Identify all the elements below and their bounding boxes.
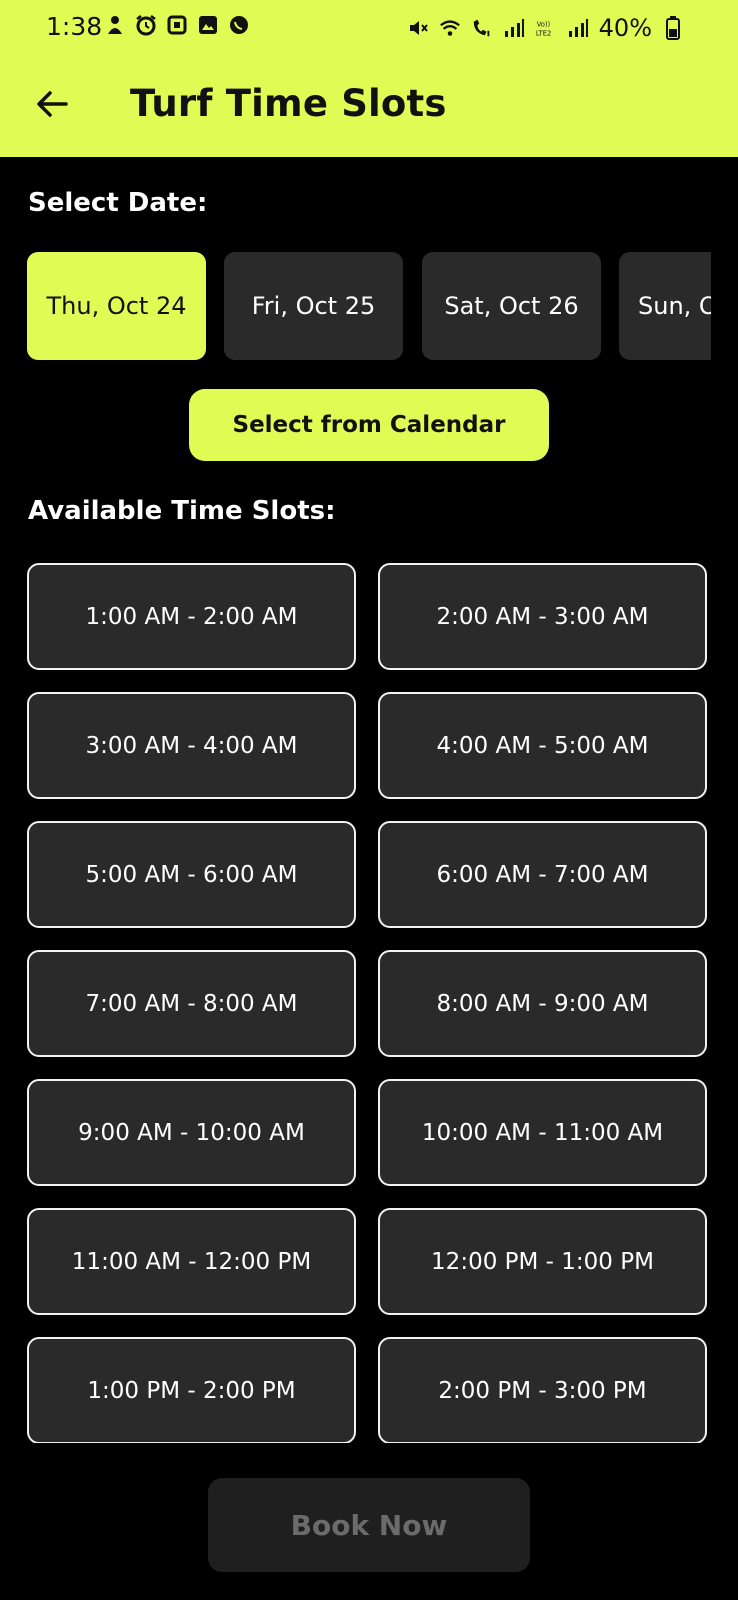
wifi-icon <box>439 17 461 39</box>
select-date-label: Select Date: <box>28 188 208 218</box>
gallery-icon <box>197 14 219 36</box>
time-slot[interactable]: 2:00 PM - 3:00 PM <box>378 1337 707 1443</box>
status-bar: 1:38 Vo)) LTE2 40% <box>0 0 738 58</box>
time-slot[interactable]: 3:00 AM - 4:00 AM <box>27 692 356 799</box>
app-icon <box>166 14 188 36</box>
mute-icon <box>407 17 429 39</box>
book-now-button[interactable]: Book Now <box>208 1478 530 1572</box>
svg-text:Vo)): Vo)) <box>536 20 550 28</box>
arrow-left-icon <box>36 90 68 122</box>
date-chip-thu-oct-24[interactable]: Thu, Oct 24 <box>27 252 206 360</box>
available-slots-label: Available Time Slots: <box>28 496 336 526</box>
app-bar: Turf Time Slots <box>0 58 738 157</box>
date-chip-sat-oct-26[interactable]: Sat, Oct 26 <box>422 252 601 360</box>
time-slot[interactable]: 6:00 AM - 7:00 AM <box>378 821 707 928</box>
status-time: 1:38 <box>46 12 103 41</box>
date-strip[interactable]: Thu, Oct 24 Fri, Oct 25 Sat, Oct 26 Sun,… <box>27 252 711 360</box>
date-chip-fri-oct-25[interactable]: Fri, Oct 25 <box>224 252 403 360</box>
alarm-icon <box>135 14 157 36</box>
svg-text:LTE2: LTE2 <box>536 30 552 38</box>
time-slot[interactable]: 1:00 PM - 2:00 PM <box>27 1337 356 1443</box>
time-slot[interactable]: 5:00 AM - 6:00 AM <box>27 821 356 928</box>
time-slots-grid[interactable]: 1:00 AM - 2:00 AM 2:00 AM - 3:00 AM 3:00… <box>0 560 738 1443</box>
date-chip-sun-oct-27[interactable]: Sun, Oct 27 <box>619 252 711 360</box>
status-right-icons: Vo)) LTE2 40% <box>407 14 684 42</box>
back-button[interactable] <box>32 86 72 126</box>
notification-icon <box>104 14 126 36</box>
call-signal-icon <box>471 17 493 39</box>
time-slot[interactable]: 7:00 AM - 8:00 AM <box>27 950 356 1057</box>
battery-percent: 40% <box>598 14 652 42</box>
time-slot[interactable]: 1:00 AM - 2:00 AM <box>27 563 356 670</box>
whatsapp-icon <box>228 14 250 36</box>
time-slot[interactable]: 4:00 AM - 5:00 AM <box>378 692 707 799</box>
status-left-icons <box>104 14 250 36</box>
signal-bars-icon <box>503 17 525 39</box>
time-slot[interactable]: 10:00 AM - 11:00 AM <box>378 1079 707 1186</box>
select-from-calendar-button[interactable]: Select from Calendar <box>189 389 549 461</box>
volte-lte2-icon: Vo)) LTE2 <box>535 17 557 39</box>
time-slot[interactable]: 8:00 AM - 9:00 AM <box>378 950 707 1057</box>
time-slot[interactable]: 12:00 PM - 1:00 PM <box>378 1208 707 1315</box>
time-slot[interactable]: 11:00 AM - 12:00 PM <box>27 1208 356 1315</box>
battery-icon <box>662 16 684 40</box>
time-slot[interactable]: 2:00 AM - 3:00 AM <box>378 563 707 670</box>
signal-icon <box>567 17 589 39</box>
page-title: Turf Time Slots <box>130 82 447 125</box>
time-slot[interactable]: 9:00 AM - 10:00 AM <box>27 1079 356 1186</box>
